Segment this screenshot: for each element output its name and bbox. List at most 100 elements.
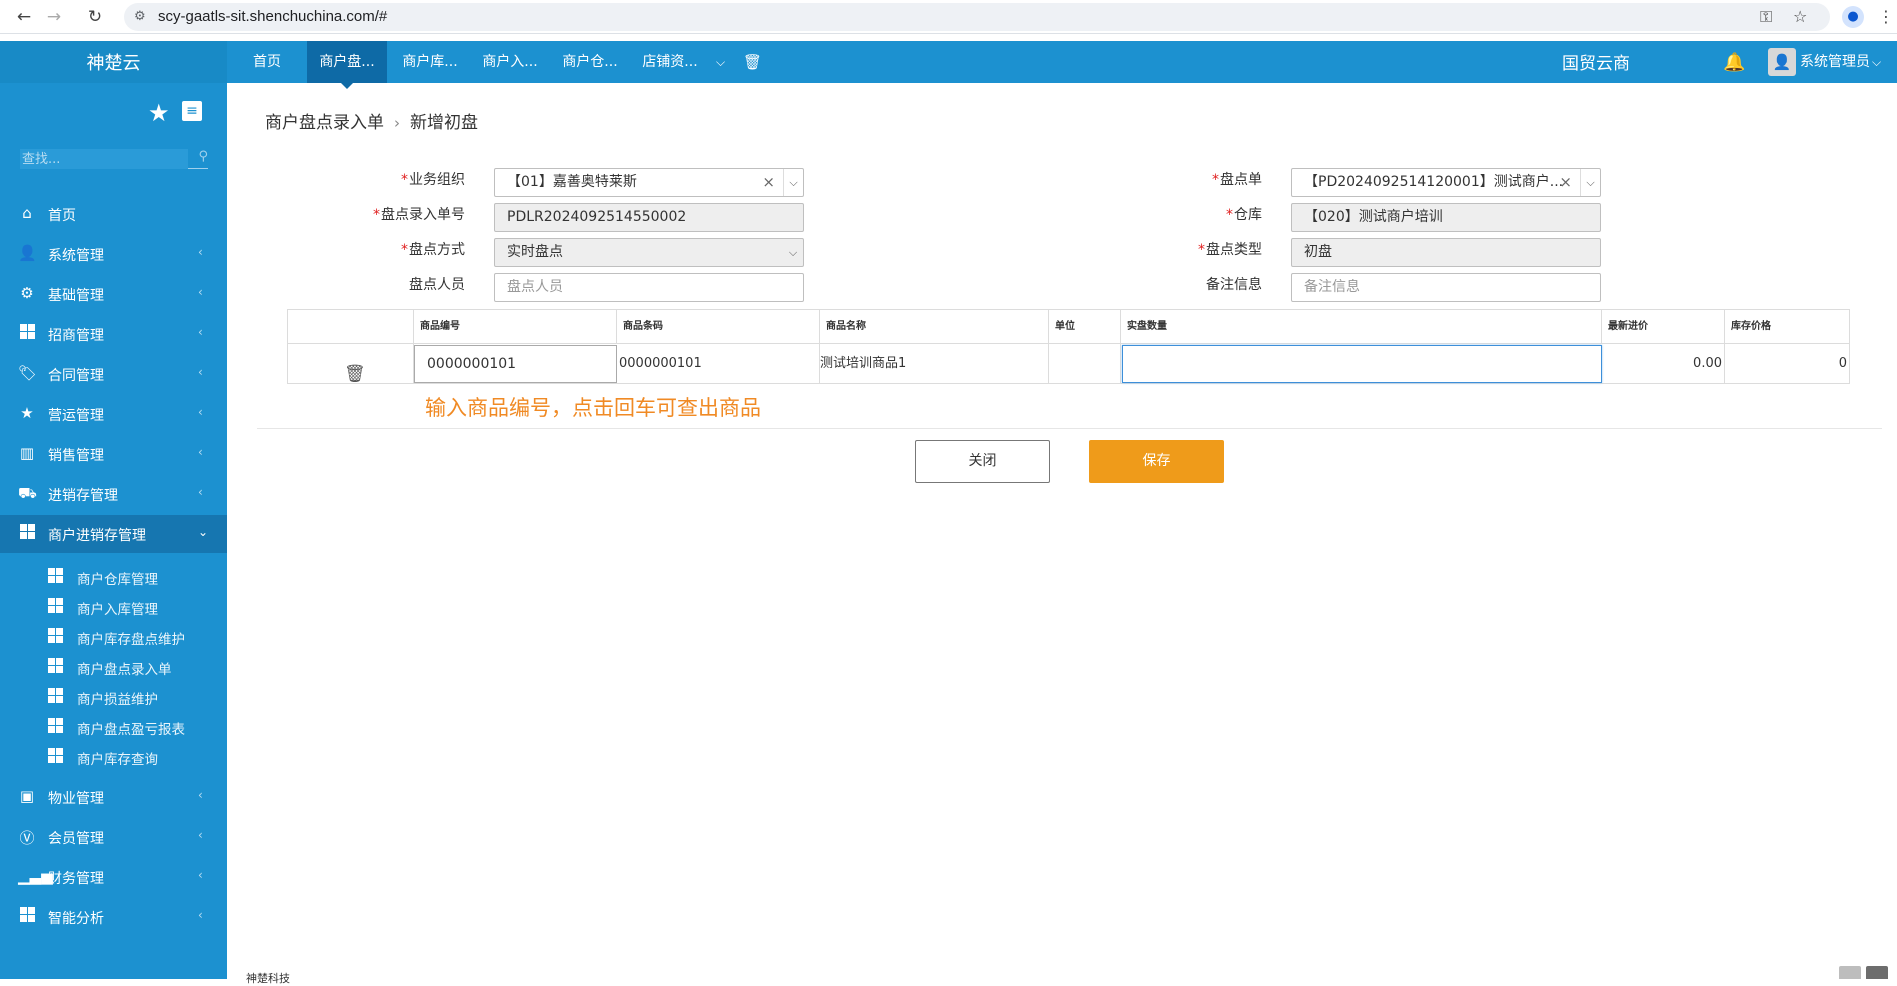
clear-icon[interactable]: × <box>1559 169 1572 196</box>
scroll-top-icon[interactable] <box>1866 966 1888 979</box>
sidebar-item-label: 合同管理 <box>48 368 104 384</box>
sidebar-subitem-inbound[interactable]: 商户入库管理 <box>0 591 227 621</box>
sidebar-item-system[interactable]: 👤 系统管理 ‹ <box>0 235 227 273</box>
tab-inbound[interactable]: 商户入... <box>470 41 550 83</box>
search-icon[interactable]: ⚲ <box>198 149 208 164</box>
briefcase-icon: ▣ <box>19 787 35 805</box>
remark-field[interactable] <box>1291 273 1601 302</box>
avatar[interactable]: 👤 <box>1768 48 1796 76</box>
tab-shop-info[interactable]: 店铺资... <box>630 41 710 83</box>
unit-cell <box>1049 344 1121 384</box>
method-select-value: 实时盘点 <box>507 244 563 260</box>
breadcrumb-separator-icon: › <box>394 114 400 132</box>
user-name[interactable]: 系统管理员 <box>1800 41 1870 83</box>
table-header-latest-price: 最新进价 <box>1602 310 1725 344</box>
sidebar-search-input[interactable] <box>20 149 188 169</box>
org-select-value: 【01】嘉善奥特莱斯 <box>507 174 637 190</box>
staff-field[interactable] <box>494 273 804 302</box>
chevron-left-icon: ‹ <box>198 285 203 299</box>
sidebar-item-merchant-inventory[interactable]: 商户进销存管理 ⌄ <box>0 515 227 553</box>
sidebar-item-finance[interactable]: ▁▃▅ 财务管理 ‹ <box>0 858 227 896</box>
app-header: 神楚云 首页 商户盘... 商户库... 商户入... 商户仓... 店铺资..… <box>0 41 1897 89</box>
sidebar-item-label: 系统管理 <box>48 248 104 264</box>
list-icon[interactable]: ≡ <box>182 101 202 121</box>
tab-inventory-entry[interactable]: 商户盘... <box>307 41 387 89</box>
chevron-down-icon[interactable]: ⌵ <box>1580 169 1600 196</box>
close-button[interactable]: 关闭 <box>915 440 1050 483</box>
chevron-down-icon[interactable]: ⌵ <box>783 169 803 196</box>
hint-text: 输入商品编号，点击回车可查出商品 <box>425 396 761 420</box>
bookmark-star-icon[interactable]: ☆ <box>1793 7 1807 26</box>
table-header-qty: 实盘数量 <box>1121 310 1602 344</box>
clear-icon[interactable]: × <box>762 169 775 196</box>
browser-menu-icon[interactable]: ⋮ <box>1878 7 1894 26</box>
close-tabs-trash-icon[interactable]: 🗑 <box>743 41 762 83</box>
sidebar-item-label: 商户进销存管理 <box>48 528 146 544</box>
sheet-select[interactable]: 【PD2024092514120001】测试商户... × ⌵ <box>1291 168 1601 197</box>
sidebar-item-analysis[interactable]: 智能分析 ‹ <box>0 898 227 936</box>
org-select[interactable]: 【01】嘉善奥特莱斯 × ⌵ <box>494 168 804 197</box>
tab-warehouse[interactable]: 商户仓... <box>550 41 630 83</box>
entry-no-label: *盘点录入单号 <box>373 207 465 223</box>
table-header-unit: 单位 <box>1049 310 1121 344</box>
sidebar-item-inventory[interactable]: ⛟ 进销存管理 ‹ <box>0 475 227 513</box>
url-text[interactable]: scy-gaatls-sit.shenchuchina.com/# <box>158 8 387 25</box>
footer-text: 神楚科技 <box>246 972 290 985</box>
sidebar-subitem-warehouse[interactable]: 商户仓库管理 <box>0 561 227 591</box>
windows-icon <box>48 568 63 587</box>
sidebar-subitem-stock-query[interactable]: 商户库存查询 <box>0 741 227 771</box>
sidebar-subitem-label: 商户库存盘点维护 <box>77 632 185 648</box>
sidebar-item-home[interactable]: ⌂ 首页 <box>0 195 227 233</box>
sidebar-item-operation[interactable]: ★ 营运管理 ‹ <box>0 395 227 433</box>
sidebar-item-label: 财务管理 <box>48 871 104 887</box>
sidebar-item-basic[interactable]: ⚙ 基础管理 ‹ <box>0 275 227 313</box>
entry-no-field: PDLR2024092514550002 <box>494 203 804 232</box>
forward-icon[interactable]: → <box>44 7 64 27</box>
sidebar-subitem-label: 商户盘点盈亏报表 <box>77 722 185 738</box>
method-select: 实时盘点 ⌵ <box>494 238 804 267</box>
sidebar-item-sales[interactable]: ▥ 销售管理 ‹ <box>0 435 227 473</box>
sidebar-subitem-report[interactable]: 商户盘点盈亏报表 <box>0 711 227 741</box>
staff-input[interactable] <box>507 279 774 295</box>
warehouse-label: *仓库 <box>1226 207 1262 223</box>
tab-stock-check[interactable]: 商户库... <box>390 41 470 83</box>
tabs-dropdown-icon[interactable]: ⌵ <box>716 41 725 83</box>
sidebar-search: ⚲ <box>20 149 208 169</box>
bell-icon[interactable]: 🔔 <box>1723 52 1745 73</box>
favorites-star-icon[interactable]: ★ <box>148 99 170 127</box>
sidebar-subitem-label: 商户盘点录入单 <box>77 662 172 678</box>
sidebar-subitem-label: 商户入库管理 <box>77 602 158 618</box>
sidebar-item-property[interactable]: ▣ 物业管理 ‹ <box>0 778 227 816</box>
sidebar-item-label: 会员管理 <box>48 831 104 847</box>
chevron-left-icon: ‹ <box>198 485 203 499</box>
sidebar-subitem-label: 商户损益维护 <box>77 692 158 708</box>
fullscreen-icon[interactable] <box>1839 966 1861 979</box>
goods-code-input[interactable]: 0000000101 <box>414 345 617 383</box>
sidebar-item-label: 招商管理 <box>48 328 104 344</box>
sidebar-item-contract[interactable]: 🏷 合同管理 ‹ <box>0 355 227 393</box>
key-icon[interactable]: ⚿ <box>1760 7 1772 27</box>
windows-icon <box>48 718 63 737</box>
chevron-down-icon: ⌄ <box>198 525 209 539</box>
user-menu-chevron-icon[interactable]: ⌵ <box>1872 41 1881 83</box>
sidebar-subitem-profit-loss[interactable]: 商户损益维护 <box>0 681 227 711</box>
sidebar-item-member[interactable]: Ⓥ 会员管理 ‹ <box>0 818 227 856</box>
sidebar-subitem-stock-check[interactable]: 商户库存盘点维护 <box>0 621 227 651</box>
chevron-left-icon: ‹ <box>198 828 203 842</box>
brand-logo[interactable]: 神楚云 <box>0 41 227 83</box>
sidebar-item-label: 物业管理 <box>48 791 104 807</box>
delete-row-trash-icon[interactable]: 🗑 <box>344 354 366 394</box>
reload-icon[interactable]: ↻ <box>85 7 105 27</box>
tab-home[interactable]: 首页 <box>237 41 297 83</box>
profile-icon[interactable]: ● <box>1842 6 1864 28</box>
breadcrumb-parent[interactable]: 商户盘点录入单 <box>265 113 384 133</box>
save-button[interactable]: 保存 <box>1089 440 1224 483</box>
remark-input[interactable] <box>1304 279 1571 295</box>
sidebar-item-merchant[interactable]: 招商管理 ‹ <box>0 315 227 353</box>
site-settings-icon[interactable]: ⚙ <box>134 9 146 24</box>
sidebar-subitem-entry[interactable]: 商户盘点录入单 <box>0 651 227 681</box>
signal-icon: ▁▃▅ <box>18 867 53 885</box>
sidebar-subitem-label: 商户仓库管理 <box>77 572 158 588</box>
actual-qty-input[interactable] <box>1122 345 1602 383</box>
back-icon[interactable]: ← <box>14 7 34 27</box>
